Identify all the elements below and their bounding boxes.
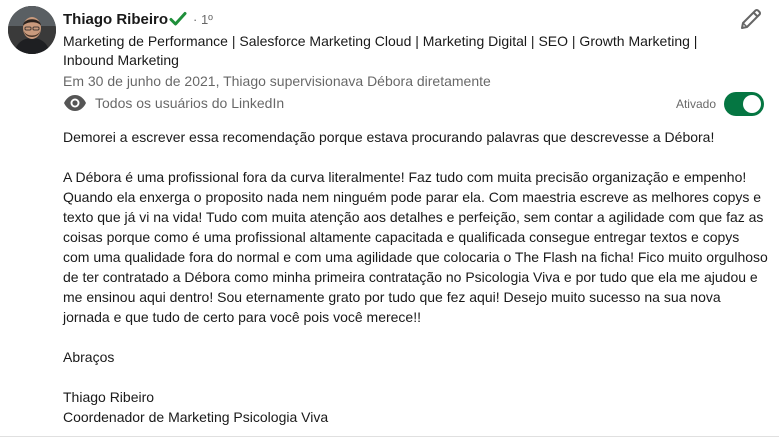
signature-title: Coordenador de Marketing Psicologia Viva (63, 409, 329, 425)
recommender-headline: Marketing de Performance | Salesforce Ma… (63, 33, 698, 68)
visibility-toggle-wrap: Ativado (676, 92, 764, 116)
pencil-icon[interactable] (739, 7, 763, 31)
avatar-photo (8, 6, 56, 54)
relationship-text: Em 30 de junho de 2021, Thiago supervisi… (63, 73, 491, 89)
visibility-toggle[interactable] (724, 92, 764, 116)
recommender-name[interactable]: Thiago Ribeiro (63, 11, 168, 28)
recommendation-intro: Demorei a escrever essa recomendação por… (63, 129, 715, 145)
avatar[interactable] (8, 6, 56, 54)
verified-check-icon (169, 11, 187, 27)
recommendation-main: A Débora é uma profissional fora da curv… (63, 169, 768, 325)
toggle-knob (743, 95, 761, 113)
visibility-text: Todos os usuários do LinkedIn (95, 95, 285, 111)
divider (0, 436, 779, 437)
recommendation-card: Thiago Ribeiro · 1º Marketing de Perform… (0, 0, 779, 438)
signature-name: Thiago Ribeiro (63, 389, 155, 405)
recommendation-text: Demorei a escrever essa recomendação por… (63, 127, 768, 427)
connection-degree: · 1º (193, 11, 213, 27)
visibility-row: Todos os usuários do LinkedIn (63, 93, 284, 113)
toggle-label: Ativado (675, 97, 716, 111)
eye-icon (63, 94, 87, 112)
recommender-name-row: Thiago Ribeiro · 1º (63, 9, 213, 29)
recommendation-closing: Abraços (63, 349, 115, 365)
